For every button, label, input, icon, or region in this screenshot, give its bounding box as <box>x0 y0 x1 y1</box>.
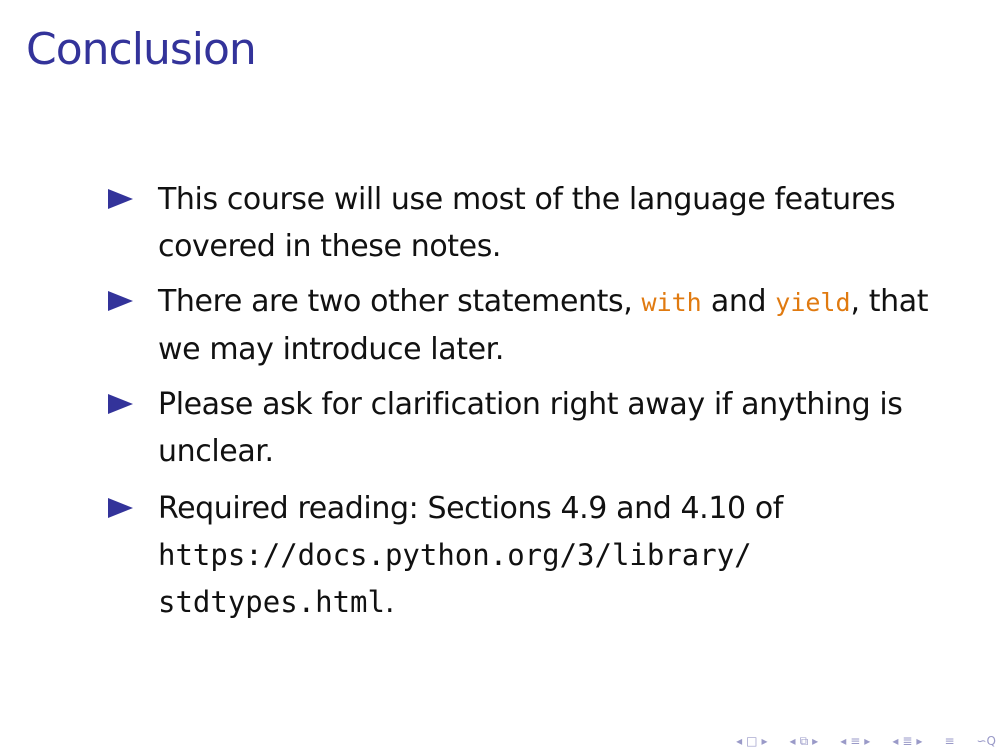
nav-prev-part-icon[interactable]: ◂ <box>892 734 898 748</box>
nav-frame-icon[interactable]: □ <box>746 734 757 748</box>
code-keyword-yield: yield <box>775 288 851 317</box>
frame-title: Conclusion <box>26 24 257 75</box>
reading-url-line2[interactable]: stdtypes.html <box>158 585 385 619</box>
beamer-navigation: ◂ □ ▸ ◂ ⧉ ▸ ◂ ≡ ▸ ◂ ≣ ▸ ≡ ∽Q <box>736 734 996 748</box>
list-item: Required reading: Sections 4.9 and 4.10 … <box>108 485 948 626</box>
list-item-period: . <box>384 585 395 620</box>
list-item-text: Required reading: Sections 4.9 and 4.10 … <box>158 491 783 526</box>
list-item: Please ask for clarification right away … <box>108 381 948 475</box>
triangle-bullet-icon <box>108 291 133 311</box>
nav-part-icon[interactable]: ≣ <box>902 734 912 748</box>
list-item-text: This course will use most of the languag… <box>158 182 896 264</box>
triangle-bullet-icon <box>108 189 133 209</box>
nav-next-section-icon[interactable]: ▸ <box>864 734 870 748</box>
nav-next-frame-icon[interactable]: ▸ <box>762 734 768 748</box>
nav-prev-frame-icon[interactable]: ◂ <box>736 734 742 748</box>
code-keyword-with: with <box>641 288 702 317</box>
nav-align-icon[interactable]: ≡ <box>944 734 954 748</box>
nav-prev-section-icon[interactable]: ◂ <box>840 734 846 748</box>
nav-next-part-icon[interactable]: ▸ <box>916 734 922 748</box>
list-item-text-middle: and <box>701 284 776 319</box>
slide: Conclusion This course will use most of … <box>0 0 1008 756</box>
list-item-text-before: There are two other statements, <box>158 284 642 319</box>
nav-section-icon[interactable]: ≡ <box>850 734 860 748</box>
triangle-bullet-icon <box>108 394 133 414</box>
list-item-text: Please ask for clarification right away … <box>158 387 903 469</box>
nav-subsection-icon[interactable]: ⧉ <box>800 734 809 748</box>
list-item: This course will use most of the languag… <box>108 176 948 270</box>
nav-search-icon[interactable]: ∽Q <box>977 734 997 748</box>
list-item: There are two other statements, with and… <box>108 278 948 373</box>
bullet-list: This course will use most of the languag… <box>108 176 948 634</box>
nav-prev-subsection-icon[interactable]: ◂ <box>790 734 796 748</box>
triangle-bullet-icon <box>108 498 133 518</box>
nav-next-subsection-icon[interactable]: ▸ <box>812 734 818 748</box>
reading-url-line1[interactable]: https://docs.python.org/3/library/ <box>158 538 752 572</box>
